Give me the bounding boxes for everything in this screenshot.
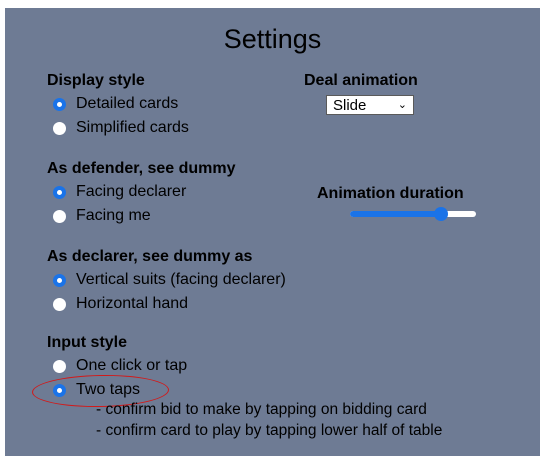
chevron-down-icon: ⌄ — [397, 99, 407, 111]
radio-label: Simplified cards — [76, 119, 189, 136]
radio-checked-icon[interactable] — [53, 97, 66, 111]
deal-animation-select[interactable]: Slide ⌄ — [326, 95, 414, 115]
input-note: - confirm card to play by tapping lower … — [96, 422, 443, 439]
as-defender-heading: As defender, see dummy — [47, 160, 236, 177]
radio-facing-me[interactable]: Facing me — [53, 207, 151, 225]
radio-facing-declarer[interactable]: Facing declarer — [53, 183, 186, 201]
deal-animation-value: Slide — [333, 96, 367, 114]
animation-duration-heading: Animation duration — [317, 185, 464, 202]
radio-two-taps[interactable]: Two taps — [53, 381, 140, 399]
radio-unchecked-icon[interactable] — [53, 121, 66, 135]
radio-checked-icon[interactable] — [53, 383, 66, 397]
radio-label: Two taps — [76, 381, 141, 398]
page-title: Settings — [223, 24, 322, 54]
radio-label: Detailed cards — [76, 95, 179, 112]
deal-animation-heading: Deal animation — [304, 72, 418, 89]
input-note: - confirm bid to make by tapping on bidd… — [96, 401, 427, 418]
slider-thumb[interactable] — [433, 207, 448, 221]
radio-unchecked-icon[interactable] — [53, 209, 66, 223]
display-style-heading: Display style — [47, 72, 145, 89]
radio-detailed-cards[interactable]: Detailed cards — [53, 95, 178, 113]
radio-one-click[interactable]: One click or tap — [53, 357, 187, 375]
radio-simplified-cards[interactable]: Simplified cards — [53, 119, 189, 137]
radio-checked-icon[interactable] — [53, 185, 66, 199]
settings-panel: Settings Display style Detailed cards Si… — [5, 8, 540, 456]
radio-label: Facing declarer — [76, 183, 187, 200]
radio-unchecked-icon[interactable] — [53, 297, 66, 311]
as-declarer-heading: As declarer, see dummy as — [47, 248, 253, 265]
input-style-heading: Input style — [47, 334, 128, 351]
radio-horizontal-hand[interactable]: Horizontal hand — [53, 295, 188, 313]
radio-label: Vertical suits (facing declarer) — [76, 271, 286, 288]
radio-label: Horizontal hand — [76, 295, 189, 312]
slider-fill — [350, 211, 441, 217]
radio-label: One click or tap — [76, 357, 188, 374]
radio-label: Facing me — [76, 207, 151, 224]
radio-checked-icon[interactable] — [53, 273, 66, 287]
radio-vertical-suits[interactable]: Vertical suits (facing declarer) — [53, 271, 286, 289]
radio-unchecked-icon[interactable] — [53, 359, 66, 373]
animation-duration-slider[interactable] — [350, 207, 476, 221]
